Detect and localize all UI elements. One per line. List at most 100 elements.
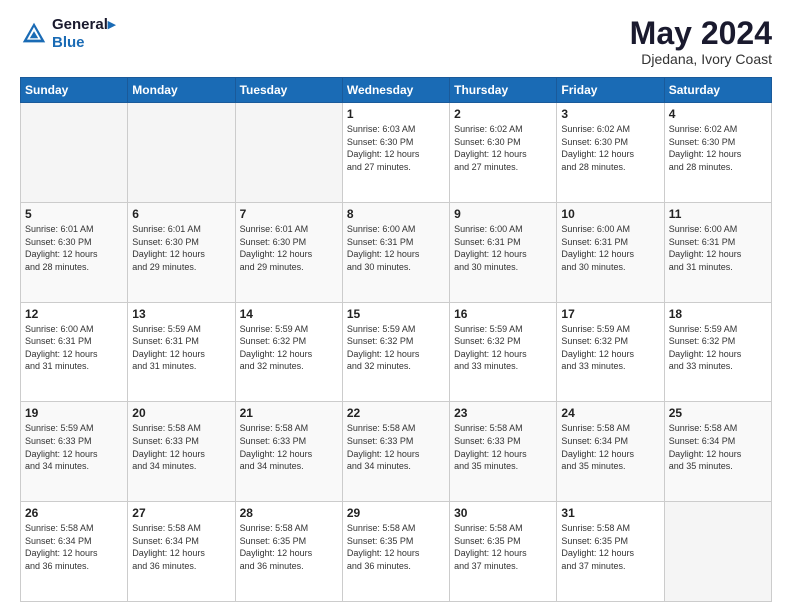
calendar-cell: 22 Sunrise: 5:58 AM Sunset: 6:33 PM Dayli…: [342, 402, 449, 502]
page: General▸ Blue May 2024 Djedana, Ivory Co…: [0, 0, 792, 612]
calendar-cell: 30 Sunrise: 5:58 AM Sunset: 6:35 PM Dayli…: [450, 502, 557, 602]
day-info: Sunrise: 5:59 AM Sunset: 6:32 PM Dayligh…: [240, 323, 338, 373]
day-info: Sunrise: 5:59 AM Sunset: 6:32 PM Dayligh…: [669, 323, 767, 373]
day-info: Sunrise: 6:00 AM Sunset: 6:31 PM Dayligh…: [347, 223, 445, 273]
day-number: 23: [454, 406, 552, 420]
day-number: 9: [454, 207, 552, 221]
calendar-cell: 20 Sunrise: 5:58 AM Sunset: 6:33 PM Dayli…: [128, 402, 235, 502]
day-number: 12: [25, 307, 123, 321]
day-info: Sunrise: 6:03 AM Sunset: 6:30 PM Dayligh…: [347, 123, 445, 173]
calendar-cell: 31 Sunrise: 5:58 AM Sunset: 6:35 PM Dayli…: [557, 502, 664, 602]
calendar-cell: 4Sunrise: 6:02 AM Sunset: 6:30 PM Daylig…: [664, 103, 771, 203]
day-number: 3: [561, 107, 659, 121]
day-info: Sunrise: 5:59 AM Sunset: 6:32 PM Dayligh…: [561, 323, 659, 373]
day-number: 10: [561, 207, 659, 221]
day-number: 4: [669, 107, 767, 121]
day-number: 5: [25, 207, 123, 221]
day-info: Sunrise: 5:58 AM Sunset: 6:34 PM Dayligh…: [132, 522, 230, 572]
day-info: Sunrise: 5:58 AM Sunset: 6:35 PM Dayligh…: [561, 522, 659, 572]
calendar-cell: 12 Sunrise: 6:00 AM Sunset: 6:31 PM Dayli…: [21, 302, 128, 402]
day-number: 24: [561, 406, 659, 420]
header: General▸ Blue May 2024 Djedana, Ivory Co…: [20, 16, 772, 67]
subtitle: Djedana, Ivory Coast: [630, 51, 772, 67]
day-info: Sunrise: 6:02 AM Sunset: 6:30 PM Dayligh…: [454, 123, 552, 173]
day-number: 1: [347, 107, 445, 121]
day-number: 17: [561, 307, 659, 321]
calendar-header-tuesday: Tuesday: [235, 78, 342, 103]
calendar-cell: [664, 502, 771, 602]
day-info: Sunrise: 5:58 AM Sunset: 6:33 PM Dayligh…: [240, 422, 338, 472]
calendar-cell: [21, 103, 128, 203]
calendar-cell: 25 Sunrise: 5:58 AM Sunset: 6:34 PM Dayli…: [664, 402, 771, 502]
day-number: 29: [347, 506, 445, 520]
calendar-cell: 14Sunrise: 5:59 AM Sunset: 6:32 PM Dayli…: [235, 302, 342, 402]
calendar-cell: 7Sunrise: 6:01 AM Sunset: 6:30 PM Daylig…: [235, 202, 342, 302]
day-number: 25: [669, 406, 767, 420]
calendar-cell: [128, 103, 235, 203]
calendar-cell: 23 Sunrise: 5:58 AM Sunset: 6:33 PM Dayli…: [450, 402, 557, 502]
calendar-cell: 6 Sunrise: 6:01 AM Sunset: 6:30 PM Daylig…: [128, 202, 235, 302]
day-info: Sunrise: 5:58 AM Sunset: 6:35 PM Dayligh…: [240, 522, 338, 572]
calendar-cell: 1 Sunrise: 6:03 AM Sunset: 6:30 PM Daylig…: [342, 103, 449, 203]
day-number: 6: [132, 207, 230, 221]
day-number: 30: [454, 506, 552, 520]
day-info: Sunrise: 5:58 AM Sunset: 6:33 PM Dayligh…: [347, 422, 445, 472]
calendar-cell: 2 Sunrise: 6:02 AM Sunset: 6:30 PM Daylig…: [450, 103, 557, 203]
day-number: 28: [240, 506, 338, 520]
day-number: 18: [669, 307, 767, 321]
calendar-cell: 19 Sunrise: 5:59 AM Sunset: 6:33 PM Dayli…: [21, 402, 128, 502]
calendar-cell: 18 Sunrise: 5:59 AM Sunset: 6:32 PM Dayli…: [664, 302, 771, 402]
calendar-cell: 21 Sunrise: 5:58 AM Sunset: 6:33 PM Dayli…: [235, 402, 342, 502]
day-info: Sunrise: 5:58 AM Sunset: 6:34 PM Dayligh…: [561, 422, 659, 472]
day-number: 11: [669, 207, 767, 221]
day-number: 22: [347, 406, 445, 420]
calendar-cell: 29 Sunrise: 5:58 AM Sunset: 6:35 PM Dayli…: [342, 502, 449, 602]
calendar-cell: 27 Sunrise: 5:58 AM Sunset: 6:34 PM Dayli…: [128, 502, 235, 602]
logo: General▸ Blue: [20, 16, 115, 52]
calendar-header-row: SundayMondayTuesdayWednesdayThursdayFrid…: [21, 78, 772, 103]
logo-icon: [20, 20, 48, 48]
day-number: 13: [132, 307, 230, 321]
calendar-header-wednesday: Wednesday: [342, 78, 449, 103]
day-number: 2: [454, 107, 552, 121]
day-number: 26: [25, 506, 123, 520]
calendar-header-thursday: Thursday: [450, 78, 557, 103]
day-info: Sunrise: 6:00 AM Sunset: 6:31 PM Dayligh…: [669, 223, 767, 273]
day-info: Sunrise: 5:58 AM Sunset: 6:35 PM Dayligh…: [347, 522, 445, 572]
day-number: 16: [454, 307, 552, 321]
day-info: Sunrise: 5:58 AM Sunset: 6:34 PM Dayligh…: [669, 422, 767, 472]
day-number: 21: [240, 406, 338, 420]
logo-text: General▸ Blue: [52, 16, 115, 52]
calendar-cell: 13Sunrise: 5:59 AM Sunset: 6:31 PM Dayli…: [128, 302, 235, 402]
day-info: Sunrise: 6:00 AM Sunset: 6:31 PM Dayligh…: [25, 323, 123, 373]
calendar-week-2: 5 Sunrise: 6:01 AM Sunset: 6:30 PM Daylig…: [21, 202, 772, 302]
calendar-header-saturday: Saturday: [664, 78, 771, 103]
day-number: 7: [240, 207, 338, 221]
calendar-cell: 28 Sunrise: 5:58 AM Sunset: 6:35 PM Dayli…: [235, 502, 342, 602]
day-info: Sunrise: 5:58 AM Sunset: 6:35 PM Dayligh…: [454, 522, 552, 572]
calendar-week-5: 26 Sunrise: 5:58 AM Sunset: 6:34 PM Dayli…: [21, 502, 772, 602]
day-info: Sunrise: 5:58 AM Sunset: 6:33 PM Dayligh…: [454, 422, 552, 472]
title-area: May 2024 Djedana, Ivory Coast: [630, 16, 772, 67]
day-info: Sunrise: 5:58 AM Sunset: 6:34 PM Dayligh…: [25, 522, 123, 572]
calendar-cell: 17 Sunrise: 5:59 AM Sunset: 6:32 PM Dayli…: [557, 302, 664, 402]
calendar-week-3: 12 Sunrise: 6:00 AM Sunset: 6:31 PM Dayli…: [21, 302, 772, 402]
calendar-cell: 26 Sunrise: 5:58 AM Sunset: 6:34 PM Dayli…: [21, 502, 128, 602]
calendar: SundayMondayTuesdayWednesdayThursdayFrid…: [20, 77, 772, 602]
calendar-cell: 10 Sunrise: 6:00 AM Sunset: 6:31 PM Dayli…: [557, 202, 664, 302]
calendar-cell: 11 Sunrise: 6:00 AM Sunset: 6:31 PM Dayli…: [664, 202, 771, 302]
day-info: Sunrise: 5:59 AM Sunset: 6:33 PM Dayligh…: [25, 422, 123, 472]
calendar-cell: [235, 103, 342, 203]
day-number: 31: [561, 506, 659, 520]
calendar-cell: 15Sunrise: 5:59 AM Sunset: 6:32 PM Dayli…: [342, 302, 449, 402]
day-info: Sunrise: 6:01 AM Sunset: 6:30 PM Dayligh…: [25, 223, 123, 273]
calendar-header-friday: Friday: [557, 78, 664, 103]
calendar-week-4: 19 Sunrise: 5:59 AM Sunset: 6:33 PM Dayli…: [21, 402, 772, 502]
day-info: Sunrise: 6:00 AM Sunset: 6:31 PM Dayligh…: [561, 223, 659, 273]
day-number: 20: [132, 406, 230, 420]
day-number: 19: [25, 406, 123, 420]
day-number: 27: [132, 506, 230, 520]
day-info: Sunrise: 5:59 AM Sunset: 6:32 PM Dayligh…: [347, 323, 445, 373]
day-info: Sunrise: 6:01 AM Sunset: 6:30 PM Dayligh…: [132, 223, 230, 273]
day-info: Sunrise: 5:58 AM Sunset: 6:33 PM Dayligh…: [132, 422, 230, 472]
